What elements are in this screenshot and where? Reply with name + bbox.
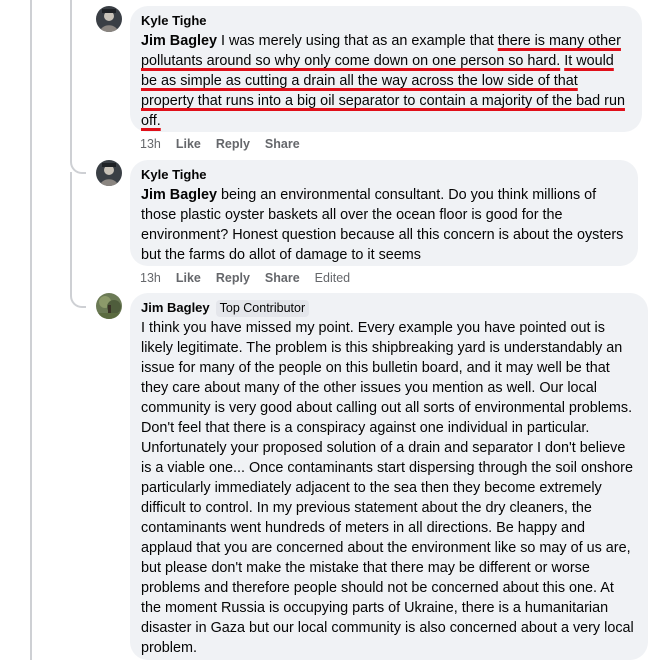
- comment-actions: 13h Like Reply Share: [140, 136, 315, 152]
- comment-bubble: Kyle Tighe Jim Bagley I was merely using…: [130, 6, 642, 132]
- comment-bubble: Jim Bagley Top Contributor I think you h…: [130, 293, 648, 660]
- like-button[interactable]: Like: [176, 271, 201, 285]
- mention-link[interactable]: Jim Bagley: [141, 187, 217, 203]
- reply-button[interactable]: Reply: [216, 137, 250, 151]
- timestamp[interactable]: 13h: [140, 271, 161, 285]
- thread-line-inner: [70, 0, 72, 160]
- thread-line-inner-2: [70, 172, 72, 292]
- comment-bubble: Kyle Tighe Jim Bagley being an environme…: [130, 160, 638, 266]
- edited-label[interactable]: Edited: [315, 271, 350, 285]
- avatar[interactable]: [96, 293, 122, 319]
- comment-author[interactable]: Jim Bagley: [141, 299, 210, 317]
- thread-elbow-2: [70, 282, 86, 308]
- timestamp[interactable]: 13h: [140, 137, 161, 151]
- avatar[interactable]: [96, 6, 122, 32]
- top-contributor-badge: Top Contributor: [215, 299, 310, 317]
- thread-elbow: [70, 150, 86, 174]
- thread-line-outer: [30, 0, 32, 660]
- mention-link[interactable]: Jim Bagley: [141, 33, 217, 49]
- comment-text: Jim Bagley being an environmental consul…: [141, 185, 626, 265]
- comment-actions: 13h Like Reply Share Edited: [140, 270, 365, 286]
- share-button[interactable]: Share: [265, 137, 300, 151]
- avatar[interactable]: [96, 160, 122, 186]
- comment-author[interactable]: Kyle Tighe: [141, 166, 207, 184]
- comment-text: I think you have missed my point. Every …: [141, 320, 634, 656]
- comment-text-part: I was merely using that as an example th…: [217, 33, 498, 49]
- comment-thread: Kyle Tighe Jim Bagley I was merely using…: [0, 0, 650, 660]
- comment-author[interactable]: Kyle Tighe: [141, 12, 207, 30]
- like-button[interactable]: Like: [176, 137, 201, 151]
- comment-text: Jim Bagley I was merely using that as an…: [141, 31, 630, 131]
- share-button[interactable]: Share: [265, 271, 300, 285]
- reply-button[interactable]: Reply: [216, 271, 250, 285]
